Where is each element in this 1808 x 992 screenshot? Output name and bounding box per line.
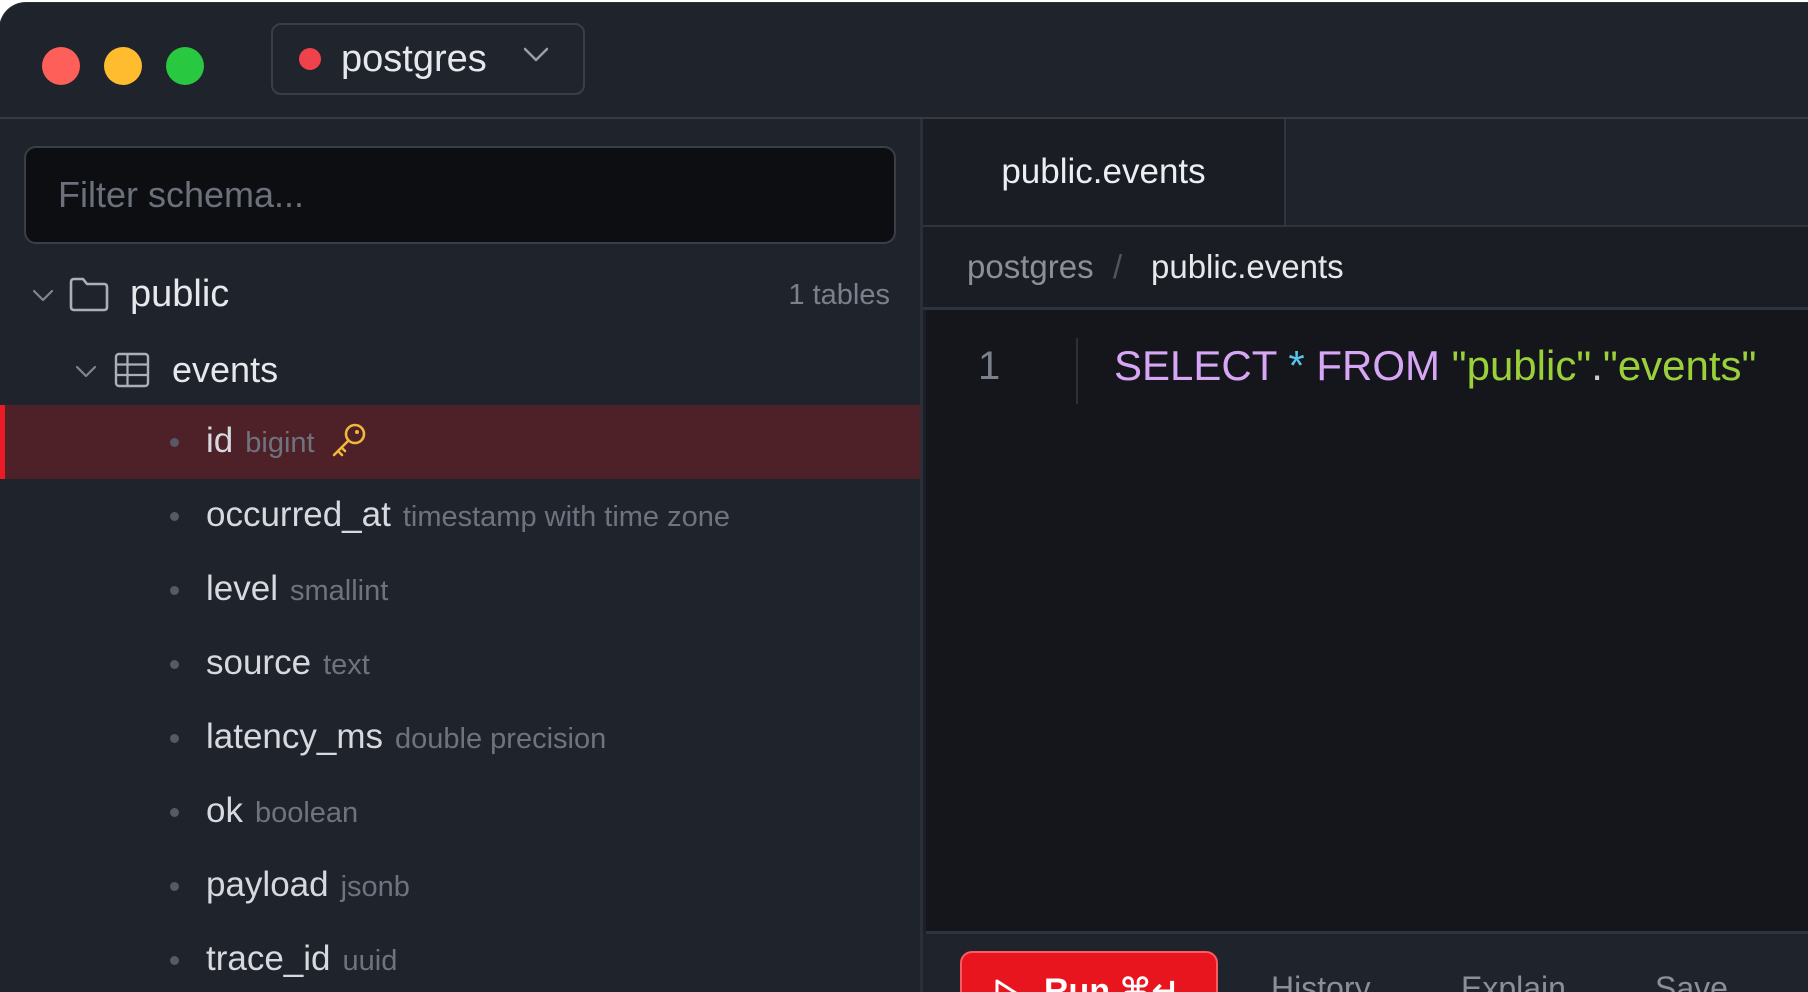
breadcrumb-root[interactable]: postgres <box>967 227 1094 307</box>
primary-key-icon <box>332 423 365 457</box>
window-maximize-button[interactable] <box>166 47 204 85</box>
filter-schema-input[interactable] <box>24 146 896 244</box>
run-button[interactable]: Run ⌘↵ <box>960 951 1218 992</box>
column-row-level[interactable]: level smallint <box>0 553 920 627</box>
sql-token-op: * <box>1288 342 1305 389</box>
connection-name: postgres <box>341 37 487 80</box>
line-number: 1 <box>978 344 1001 388</box>
chevron-down-icon <box>32 289 54 302</box>
table-count: 1 tables <box>788 279 890 311</box>
column-bullet <box>170 734 179 743</box>
action-bar: Run ⌘↵ History Explain Save <box>923 934 1808 992</box>
sql-token-kw: SELECT <box>1114 342 1277 389</box>
history-button[interactable]: History <box>1271 970 1371 992</box>
table-node-events[interactable]: events <box>0 333 920 407</box>
column-row-ok[interactable]: ok boolean <box>0 775 920 849</box>
breadcrumb-separator: / <box>1113 248 1123 285</box>
table-icon <box>114 352 150 388</box>
column-type: text <box>323 649 370 681</box>
column-row-occurred_at[interactable]: occurred_at timestamp with time zone <box>0 479 920 553</box>
sql-token-kw: FROM <box>1316 342 1440 389</box>
column-name: ok <box>206 791 243 830</box>
schema-sidebar: public 1 tables events id bigint <box>0 119 923 992</box>
column-name: payload <box>206 865 329 904</box>
column-bullet <box>170 882 179 891</box>
save-button[interactable]: Save <box>1655 970 1728 992</box>
column-type: timestamp with time zone <box>402 501 730 533</box>
column-bullet <box>170 956 179 965</box>
sql-editor[interactable]: 1 SELECT * FROM "public"."events" <box>926 310 1808 934</box>
column-type: bigint <box>245 427 315 459</box>
sql-token-str: "public" <box>1451 342 1592 389</box>
column-row-id[interactable]: id bigint <box>0 405 920 479</box>
column-row-latency_ms[interactable]: latency_ms double precision <box>0 701 920 775</box>
breadcrumb: postgres / public.events <box>923 227 1808 310</box>
connection-status-dot <box>299 48 321 70</box>
column-type: boolean <box>254 797 359 829</box>
column-type: double precision <box>395 723 607 755</box>
sql-token-pl: . <box>1591 342 1603 389</box>
explain-button[interactable]: Explain <box>1461 970 1566 992</box>
column-type: smallint <box>289 575 389 607</box>
column-name: trace_id <box>206 939 331 978</box>
column-bullet <box>170 586 179 595</box>
gutter-divider <box>1076 338 1078 404</box>
column-bullet <box>170 660 179 669</box>
column-bullet <box>170 808 179 817</box>
app-window: postgres public 1 tables <box>0 3 1808 992</box>
title-bar: postgres <box>0 3 1808 119</box>
folder-icon <box>69 277 109 312</box>
column-name: occurred_at <box>206 495 391 534</box>
chevron-down-icon <box>75 365 97 378</box>
column-row-trace_id[interactable]: trace_id uuid <box>0 923 920 992</box>
schema-node-public[interactable]: public 1 tables <box>0 259 920 333</box>
window-close-button[interactable] <box>42 47 80 85</box>
column-type: uuid <box>342 945 398 977</box>
tab-public-events[interactable]: public.events <box>923 119 1286 225</box>
run-button-label: Run ⌘↵ <box>1044 972 1180 992</box>
column-type: jsonb <box>340 871 410 903</box>
sql-token-pl <box>1305 342 1317 389</box>
schema-name: public <box>130 273 230 315</box>
column-bullet <box>170 512 179 521</box>
column-name: level <box>206 569 278 608</box>
table-name: events <box>172 349 279 390</box>
column-name: latency_ms <box>206 717 384 756</box>
column-name: id <box>206 421 234 460</box>
sql-token-pl <box>1440 342 1452 389</box>
code-line[interactable]: SELECT * FROM "public"."events" <box>1114 342 1756 390</box>
column-name: source <box>206 643 312 682</box>
chevron-down-icon <box>523 47 549 62</box>
column-bullet <box>170 438 179 447</box>
play-icon <box>995 979 1018 992</box>
window-minimize-button[interactable] <box>104 47 142 85</box>
sql-token-pl <box>1277 342 1289 389</box>
column-row-payload[interactable]: payload jsonb <box>0 849 920 923</box>
connection-selector[interactable]: postgres <box>271 23 585 95</box>
breadcrumb-current: public.events <box>1151 248 1344 285</box>
sql-token-str: "events" <box>1602 342 1757 389</box>
query-panel: public.events postgres / public.events 1… <box>923 119 1808 992</box>
tab-bar: public.events <box>923 119 1808 227</box>
column-row-source[interactable]: source text <box>0 627 920 701</box>
